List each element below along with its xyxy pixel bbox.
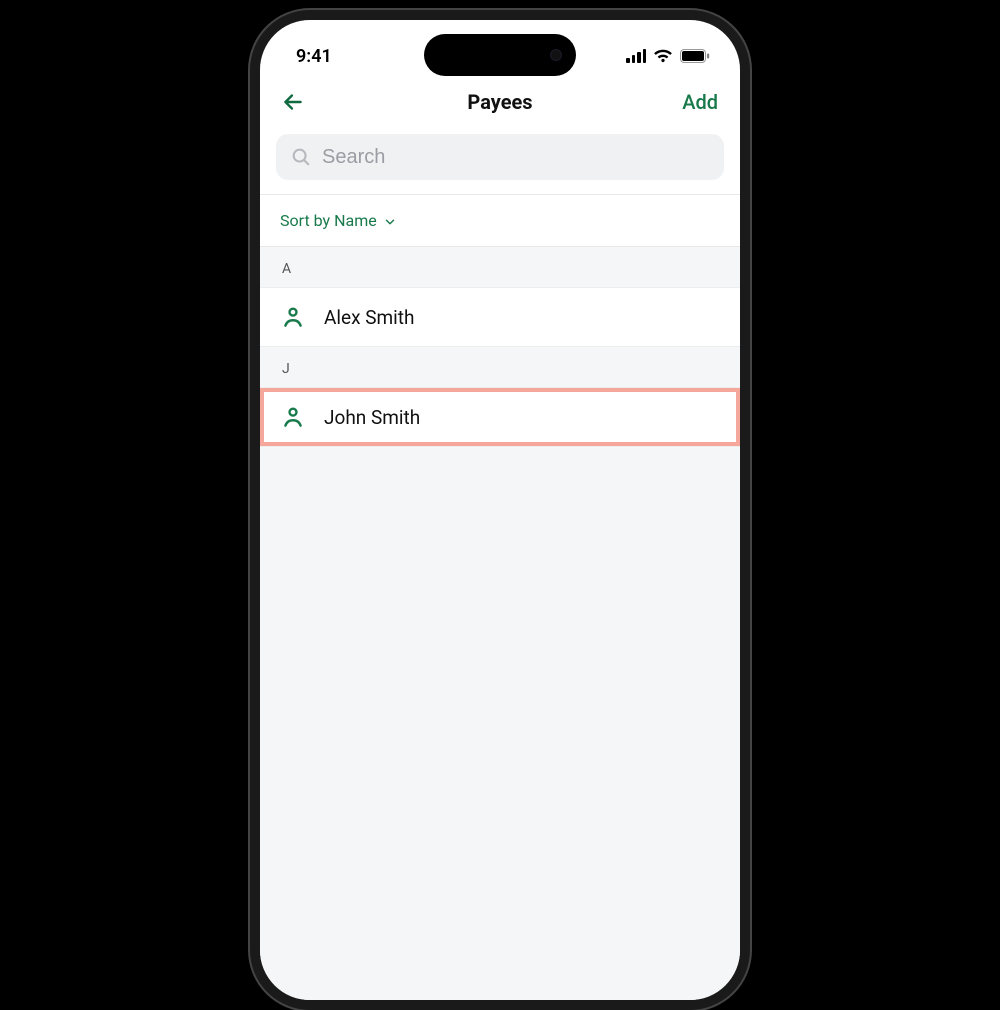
add-button[interactable]: Add	[682, 90, 718, 114]
search-input[interactable]	[322, 146, 710, 169]
search-icon	[290, 146, 312, 168]
person-icon	[280, 404, 306, 430]
status-time: 9:41	[296, 46, 332, 67]
payee-name: John Smith	[324, 406, 420, 429]
status-indicators	[626, 49, 710, 63]
phone-side-button	[250, 190, 252, 226]
payee-name: Alex Smith	[324, 306, 414, 329]
payee-row[interactable]: Alex Smith	[260, 288, 740, 347]
back-button[interactable]	[278, 87, 308, 117]
phone-volume-up-button	[250, 250, 252, 320]
search-field[interactable]	[276, 134, 724, 180]
section-header: A	[260, 247, 740, 288]
person-icon	[280, 304, 306, 330]
payee-list: A Alex Smith J John Smith	[260, 247, 740, 447]
phone-frame: 9:41	[250, 10, 750, 1010]
empty-area	[260, 447, 740, 1000]
arrow-left-icon	[280, 89, 306, 115]
wifi-icon	[653, 49, 673, 63]
payee-row[interactable]: John Smith	[260, 388, 740, 447]
phone-volume-down-button	[250, 340, 252, 410]
phone-power-button	[748, 270, 750, 380]
dynamic-island	[424, 34, 576, 76]
page-title: Payees	[467, 90, 532, 114]
nav-bar: Payees Add	[260, 78, 740, 126]
chevron-down-icon	[383, 214, 397, 228]
section-header: J	[260, 347, 740, 388]
app-screen: 9:41	[260, 20, 740, 1000]
battery-icon	[680, 49, 710, 63]
sort-label: Sort by Name	[280, 211, 377, 230]
cellular-signal-icon	[626, 49, 646, 63]
sort-dropdown[interactable]: Sort by Name	[260, 195, 740, 247]
search-container	[260, 126, 740, 194]
